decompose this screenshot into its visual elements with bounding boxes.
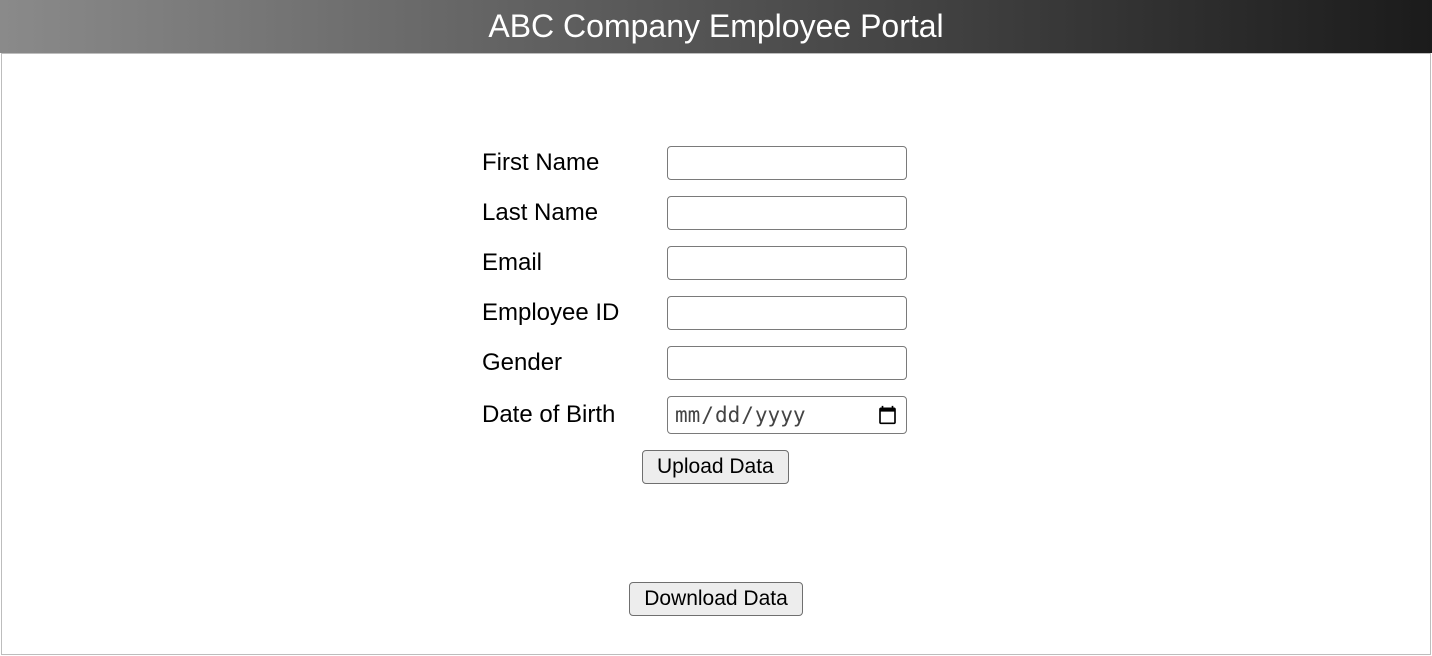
employee-id-label: Employee ID (482, 299, 667, 327)
employee-id-input[interactable] (667, 296, 907, 330)
upload-row: Upload Data (642, 450, 912, 484)
first-name-input[interactable] (667, 146, 907, 180)
gender-label: Gender (482, 349, 667, 377)
form-row-email: Email (482, 246, 912, 280)
dob-label: Date of Birth (482, 401, 667, 429)
form-row-gender: Gender (482, 346, 912, 380)
download-button[interactable]: Download Data (629, 582, 803, 616)
dob-input[interactable] (667, 396, 907, 434)
first-name-label: First Name (482, 149, 667, 177)
email-input[interactable] (667, 246, 907, 280)
download-area: Download Data (2, 582, 1430, 616)
employee-form: First Name Last Name Email Employee ID G… (482, 146, 912, 484)
last-name-label: Last Name (482, 199, 667, 227)
form-row-employee-id: Employee ID (482, 296, 912, 330)
last-name-input[interactable] (667, 196, 907, 230)
page-title: ABC Company Employee Portal (488, 8, 943, 44)
page-header: ABC Company Employee Portal (0, 0, 1432, 53)
form-row-last-name: Last Name (482, 196, 912, 230)
content-panel: First Name Last Name Email Employee ID G… (1, 53, 1431, 655)
form-row-first-name: First Name (482, 146, 912, 180)
form-row-dob: Date of Birth (482, 396, 912, 434)
email-label: Email (482, 249, 667, 277)
gender-input[interactable] (667, 346, 907, 380)
upload-button[interactable]: Upload Data (642, 450, 789, 484)
